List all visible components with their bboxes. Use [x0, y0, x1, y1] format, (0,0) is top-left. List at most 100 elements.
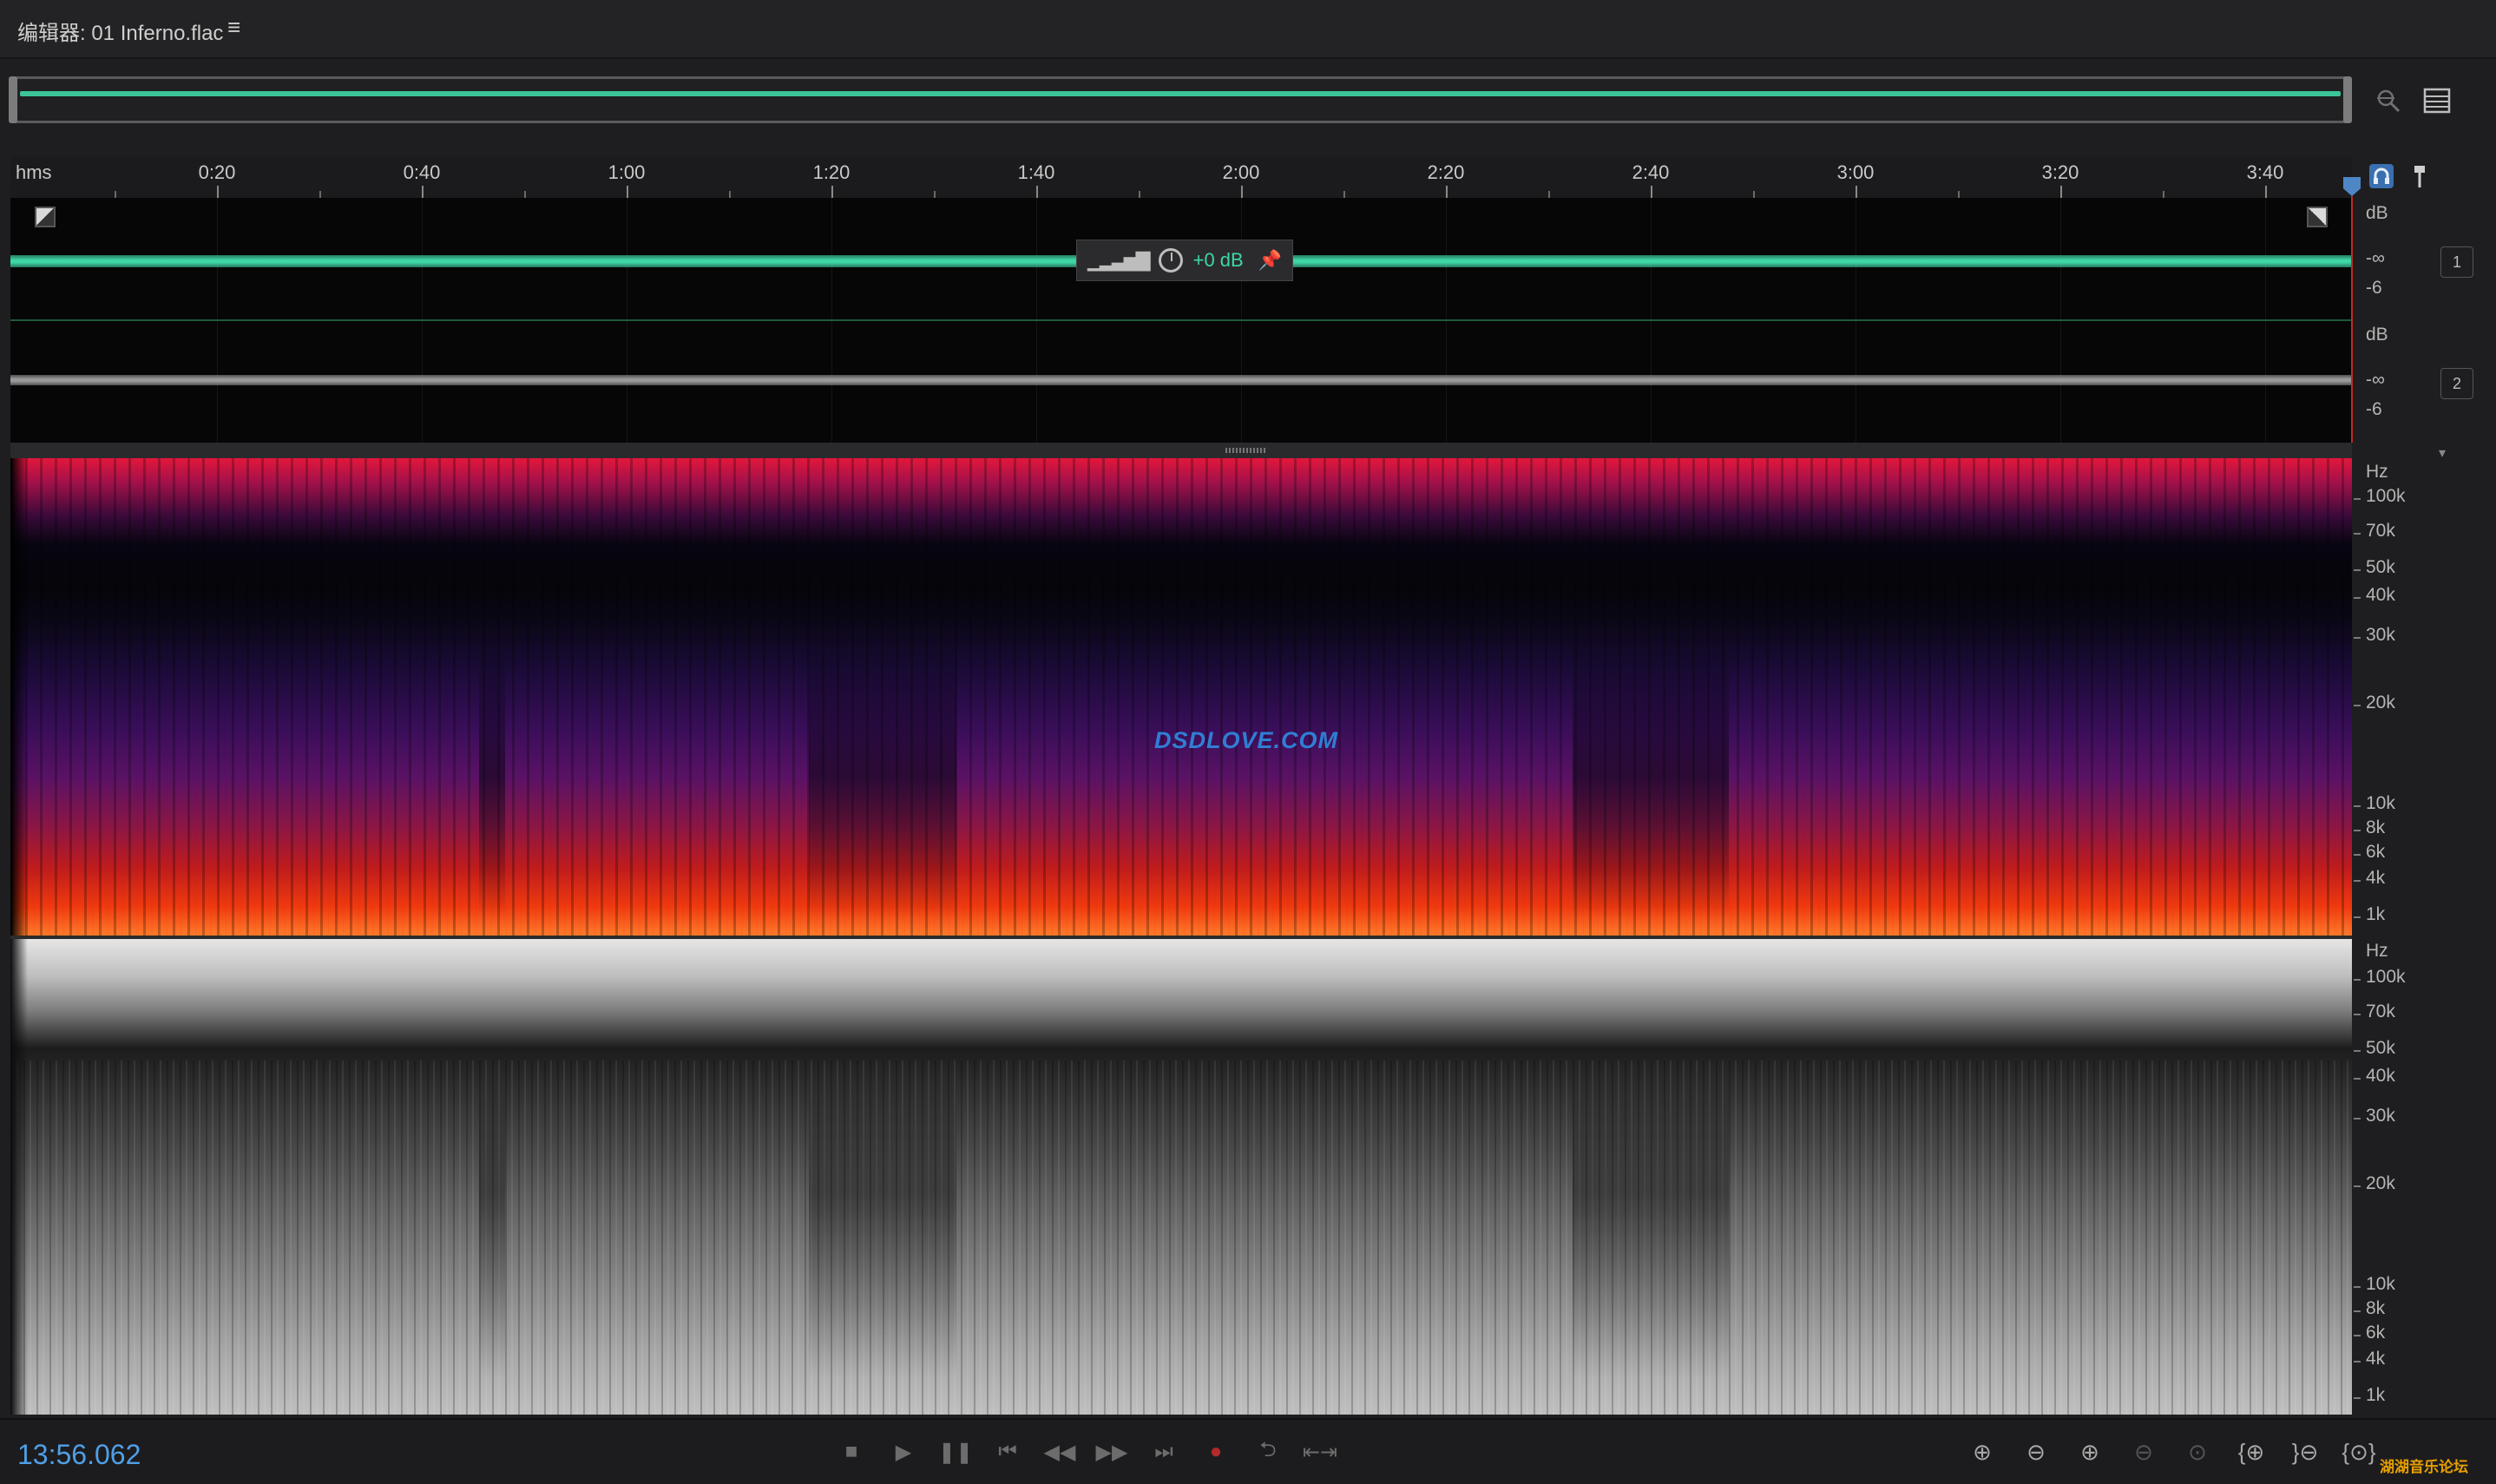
hz-tick [2354, 880, 2361, 882]
hz-unit-ch1: Hz [2366, 462, 2388, 482]
headphones-icon[interactable] [2366, 160, 2397, 193]
rewind-icon[interactable]: ◀◀ [1043, 1435, 1076, 1468]
spectrogram-channel-2[interactable] [10, 939, 2352, 1415]
hz-tick [2354, 1286, 2361, 1288]
record-icon[interactable]: ● [1199, 1435, 1232, 1468]
spectrogram-channel-1[interactable] [10, 458, 2352, 936]
db-inf-ch1: -∞ [2366, 248, 2385, 268]
hz-tick [2354, 1014, 2361, 1015]
zoom-out-amplitude-icon[interactable]: ⊖ [2017, 1435, 2055, 1468]
stop-icon[interactable]: ■ [835, 1435, 868, 1468]
transport-bar: 13:56.062 ■ ▶ ❚❚ ⏮ ◀◀ ▶▶ ⏭ ● ⮌ ⇤⇥ ⊕ ⊖ ⊕ … [0, 1418, 2496, 1484]
gain-knob-icon[interactable] [1158, 248, 1183, 273]
time-ruler[interactable]: hms 0:20 0:40 1:00 1:20 1:40 2:00 2:20 2:40 3:00… [10, 156, 2352, 198]
spectrogram-2-quiet-band [1573, 1069, 1729, 1380]
loop-icon[interactable]: ⮌ [1251, 1435, 1284, 1468]
hz-tick-label: 4k [2366, 868, 2386, 888]
channel-2-badge[interactable]: 2 [2440, 368, 2473, 399]
zoom-in-time-icon[interactable]: ⊕ [2071, 1435, 2109, 1468]
ruler-minor-tick [115, 191, 116, 198]
hz-tick [2354, 979, 2361, 981]
hz-tick [2354, 916, 2361, 918]
ruler-minor-tick [524, 191, 526, 198]
skip-selection-icon[interactable]: ⇤⇥ [1303, 1435, 1337, 1468]
ruler-minor-tick [1139, 191, 1140, 198]
time-display[interactable]: 13:56.062 [17, 1439, 141, 1471]
pause-icon[interactable]: ❚❚ [938, 1435, 973, 1468]
hz-tick [2354, 1078, 2361, 1080]
hz-tick-label: 70k [2366, 1001, 2395, 1021]
zoom-in-amplitude-icon[interactable]: ⊕ [1963, 1435, 2001, 1468]
db-unit-ch2: dB [2366, 325, 2388, 345]
overview-right-handle[interactable] [2343, 76, 2352, 123]
play-icon[interactable]: ▶ [887, 1435, 920, 1468]
ruler-major-tick [217, 186, 219, 198]
hz-tick-label: 1k [2366, 1385, 2386, 1405]
overview-navigator[interactable] [9, 76, 2352, 123]
spectrogram-1-quiet-band [1573, 632, 1729, 918]
zoom-out-point-icon[interactable]: }⊖ [2286, 1435, 2324, 1468]
hz-tick-label: 6k [2366, 842, 2386, 862]
zoom-out-full-icon[interactable]: ⊙ [2178, 1435, 2217, 1468]
zoom-reset-icon[interactable] [2369, 83, 2407, 118]
view-divider[interactable] [10, 443, 2352, 458]
ruler-minor-tick [1548, 191, 1550, 198]
fade-out-handle[interactable] [2307, 207, 2328, 227]
ruler-tick-label: 3:40 [2246, 161, 2284, 183]
hz-tick [2354, 1397, 2361, 1399]
fast-forward-icon[interactable]: ▶▶ [1095, 1435, 1128, 1468]
zoom-selection-icon[interactable]: {⊙} [2340, 1435, 2378, 1468]
channel-1-badge[interactable]: 1 [2440, 246, 2473, 278]
zoom-in-point-icon[interactable]: {⊕ [2232, 1435, 2270, 1468]
ruler-minor-tick [2163, 191, 2164, 198]
hz-tick [2354, 597, 2361, 599]
hz-tick [2354, 854, 2361, 856]
ruler-major-tick [1241, 186, 1243, 198]
hz-tick [2354, 569, 2361, 571]
ruler-minor-tick [319, 191, 321, 198]
ruler-tick-label: 2:00 [1222, 161, 1260, 183]
ruler-major-tick [1856, 186, 1857, 198]
channel-2-waveform[interactable] [10, 320, 2352, 443]
layout-list-icon[interactable] [2418, 83, 2456, 118]
ruler-major-tick [1651, 186, 1652, 198]
waveform-display[interactable]: ▁▂▃▅▇ +0 dB 📌 [10, 198, 2352, 443]
spectrogram-2-texture [10, 1060, 2352, 1415]
ruler-tick-label: 1:20 [812, 161, 851, 183]
marker-pin-icon[interactable] [2404, 160, 2435, 193]
forum-watermark: 湖湖音乐论坛 [2380, 1459, 2468, 1475]
hz-unit-ch2: Hz [2366, 941, 2388, 961]
ruler-tick-label: 3:20 [2041, 161, 2079, 183]
zoom-out-time-icon[interactable]: ⊖ [2125, 1435, 2163, 1468]
ruler-major-tick [1036, 186, 1038, 198]
spectrogram-1-edge [10, 458, 28, 936]
ruler-major-tick [2265, 186, 2267, 198]
frequency-scale-ch2: Hz 100k 70k 50k 40k 30k 20k 10k 8k 6k 4k 1k [2354, 939, 2496, 1415]
ruler-tick-label: 1:00 [608, 161, 646, 183]
hz-tick [2354, 498, 2361, 500]
ruler-major-tick [831, 186, 833, 198]
hz-tick-label: 100k [2366, 967, 2406, 987]
ruler-tick-label: 3:00 [1836, 161, 1875, 183]
level-bars-icon: ▁▂▃▅▇ [1087, 249, 1151, 271]
skip-to-start-icon[interactable]: ⏮ [991, 1435, 1024, 1468]
ruler-major-tick [627, 186, 628, 198]
divider-grip[interactable] [1225, 448, 1267, 453]
hz-tick [2354, 533, 2361, 535]
ruler-major-tick [1446, 186, 1448, 198]
frequency-scale-ch1: Hz 100k 70k 50k 40k 30k 20k 10k 8k 6k 4k 1k [2354, 458, 2496, 936]
overview-left-handle[interactable] [9, 76, 17, 123]
hz-tick [2354, 1185, 2361, 1187]
skip-to-end-icon[interactable]: ⏭ [1147, 1435, 1180, 1468]
fade-in-handle[interactable] [35, 207, 56, 227]
spectrogram-1-texture [10, 458, 2352, 936]
zoom-controls: ⊕ ⊖ ⊕ ⊖ ⊙ {⊕ }⊖ {⊙} [1963, 1435, 2378, 1468]
hamburger-menu-icon[interactable]: ≡ [227, 14, 240, 41]
ruler-tick-label: 2:40 [1632, 161, 1670, 183]
hz-tick-label: 50k [2366, 557, 2395, 577]
playhead-line [2351, 196, 2353, 443]
hud-pin-icon[interactable]: 📌 [1258, 249, 1282, 272]
transport-controls: ■ ▶ ❚❚ ⏮ ◀◀ ▶▶ ⏭ ● ⮌ ⇤⇥ [835, 1435, 1337, 1468]
gain-hud[interactable]: ▁▂▃▅▇ +0 dB 📌 [1076, 240, 1293, 281]
hz-tick-label: 8k [2366, 1298, 2386, 1318]
